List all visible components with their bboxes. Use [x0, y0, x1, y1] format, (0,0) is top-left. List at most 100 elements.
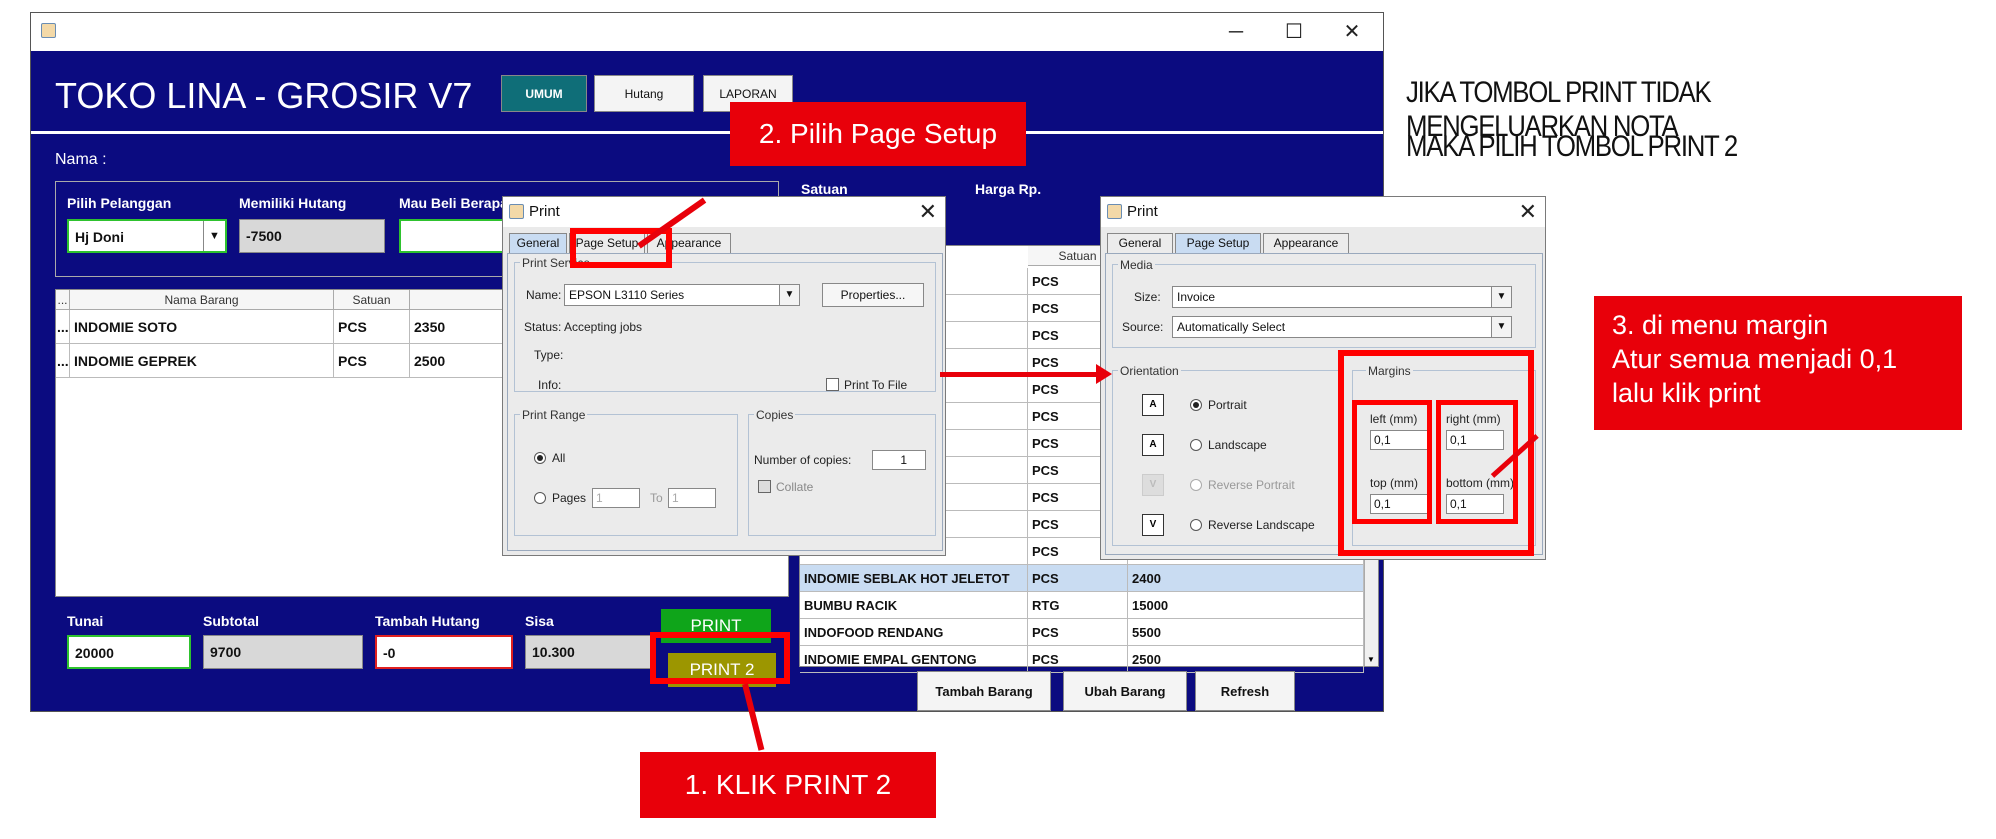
java-app-icon	[41, 23, 56, 38]
tunai-input[interactable]: 20000	[67, 635, 191, 669]
table-cell[interactable]: 2400	[1128, 565, 1364, 592]
table-cell[interactable]: INDOMIE EMPAL GENTONG	[800, 646, 1028, 673]
landscape-radio[interactable]	[1190, 439, 1202, 451]
reverse-portrait-icon: V	[1142, 474, 1164, 496]
table-cell[interactable]: INDOMIE SOTO	[70, 310, 334, 344]
reverse-landscape-icon: V	[1142, 514, 1164, 536]
table-cell[interactable]: INDOFOOD RENDANG	[800, 619, 1028, 646]
print-to-file-checkbox[interactable]	[826, 378, 839, 391]
all-label: All	[552, 451, 566, 465]
print-range-group	[514, 414, 738, 536]
nama-label: Nama :	[55, 151, 107, 168]
tab-umum[interactable]: UMUM	[501, 75, 587, 112]
chevron-down-icon: ▼	[1491, 287, 1511, 307]
table-cell[interactable]: INDOMIE SEBLAK HOT JELETOT	[800, 565, 1028, 592]
pages-to-input[interactable]: 1	[668, 488, 716, 508]
info-label: Info:	[538, 378, 562, 392]
customer-value: Hj Doni	[75, 229, 124, 245]
pages-label: Pages	[552, 491, 587, 505]
table-cell[interactable]: PCS	[334, 310, 410, 344]
table-cell[interactable]: PCS	[1028, 646, 1128, 673]
sisa-field: 10.300	[525, 635, 655, 669]
step2-label: 2. Pilih Page Setup	[730, 102, 1026, 166]
table-cell[interactable]: PCS	[1028, 619, 1128, 646]
dialog-title: Print	[1101, 197, 1545, 227]
tab-general[interactable]: General	[509, 233, 567, 253]
copies-spinner[interactable]: 1	[872, 450, 926, 470]
tab-page-setup[interactable]: Page Setup	[1175, 233, 1261, 253]
table-cell[interactable]: PCS	[1028, 565, 1128, 592]
size-label: Size:	[1134, 290, 1161, 304]
table-cell: ...	[56, 344, 70, 378]
table-cell[interactable]: PCS	[334, 344, 410, 378]
instruction-heading-line2: MAKA PILIH TOMBOL PRINT 2	[1406, 130, 1738, 163]
status-value: Accepting jobs	[564, 320, 643, 334]
collate-checkbox[interactable]	[758, 480, 771, 493]
highlight-left-top	[1352, 400, 1432, 524]
printer-select[interactable]: EPSON L3110 Series ▼	[564, 284, 800, 306]
ubah-barang-button[interactable]: Ubah Barang	[1063, 671, 1187, 711]
step3-line1: 3. di menu margin	[1612, 310, 1829, 340]
portrait-radio[interactable]	[1190, 399, 1202, 411]
group-label: Media	[1118, 258, 1155, 272]
properties-button[interactable]: Properties...	[822, 283, 924, 307]
app-title: TOKO LINA - GROSIR V7	[55, 75, 473, 116]
highlight-print2	[650, 632, 790, 684]
step3-label: 3. di menu margin Atur semua menjadi 0,1…	[1594, 296, 1962, 430]
header-divider	[31, 131, 1383, 134]
customer-select[interactable]: Hj Doni ▼	[67, 219, 227, 253]
group-label: Orientation	[1118, 364, 1181, 378]
refresh-button[interactable]: Refresh	[1195, 671, 1295, 711]
tab-general[interactable]: General	[1107, 233, 1173, 253]
copies-label: Number of copies:	[754, 453, 852, 467]
tambah-barang-button[interactable]: Tambah Barang	[917, 671, 1051, 711]
reverse-landscape-label: Reverse Landscape	[1208, 518, 1315, 532]
quantity-input[interactable]	[399, 219, 509, 253]
cart-header: Satuan	[334, 290, 410, 310]
minimize-button[interactable]: ─	[1207, 13, 1265, 51]
step3-line3: lalu klik print	[1612, 378, 1761, 408]
arrow-line	[940, 372, 1102, 377]
table-cell[interactable]: INDOMIE GEPREK	[70, 344, 334, 378]
tunai-label: Tunai	[67, 613, 104, 629]
size-value: Invoice	[1177, 290, 1216, 304]
sisa-label: Sisa	[525, 613, 554, 629]
close-icon[interactable]: ✕	[1519, 197, 1537, 227]
pages-from-input[interactable]: 1	[592, 488, 640, 508]
to-label: To	[650, 491, 663, 505]
reverse-landscape-radio[interactable]	[1190, 519, 1202, 531]
table-cell[interactable]: BUMBU RACIK	[800, 592, 1028, 619]
landscape-label: Landscape	[1208, 438, 1267, 452]
table-cell[interactable]: 5500	[1128, 619, 1364, 646]
size-select[interactable]: Invoice ▼	[1172, 286, 1512, 308]
collate-label: Collate	[776, 480, 814, 494]
all-radio[interactable]	[534, 452, 546, 464]
step3-line2: Atur semua menjadi 0,1	[1612, 344, 1898, 374]
type-label: Type:	[534, 348, 564, 362]
source-label: Source:	[1122, 320, 1164, 334]
close-icon[interactable]: ✕	[919, 197, 937, 227]
maubeli-label: Mau Beli Berapa	[399, 195, 508, 211]
portrait-icon: A	[1142, 394, 1164, 416]
table-cell[interactable]: RTG	[1028, 592, 1128, 619]
reverse-portrait-label: Reverse Portrait	[1208, 478, 1295, 492]
source-select[interactable]: Automatically Select ▼	[1172, 316, 1512, 338]
harga-label: Harga Rp.	[975, 181, 1042, 197]
landscape-icon: A	[1142, 434, 1164, 456]
reverse-portrait-radio[interactable]	[1190, 479, 1202, 491]
name-label: Name:	[526, 288, 562, 302]
satuan-label: Satuan	[801, 181, 848, 197]
chevron-down-icon: ▼	[203, 221, 225, 251]
tab-hutang[interactable]: Hutang	[594, 75, 694, 112]
tab-appearance[interactable]: Appearance	[1263, 233, 1349, 253]
group-label: Copies	[754, 408, 796, 422]
pages-radio[interactable]	[534, 492, 546, 504]
close-button[interactable]: ✕	[1323, 13, 1381, 51]
table-cell[interactable]: 15000	[1128, 592, 1364, 619]
tambah-hutang-input[interactable]: -0	[375, 635, 513, 669]
table-cell[interactable]: 2500	[1128, 646, 1364, 673]
cart-header: ...	[56, 290, 70, 310]
maximize-button[interactable]: ☐	[1265, 13, 1323, 51]
chevron-down-icon[interactable]: ▼	[1367, 655, 1375, 664]
group-label: Print Range	[520, 408, 588, 422]
